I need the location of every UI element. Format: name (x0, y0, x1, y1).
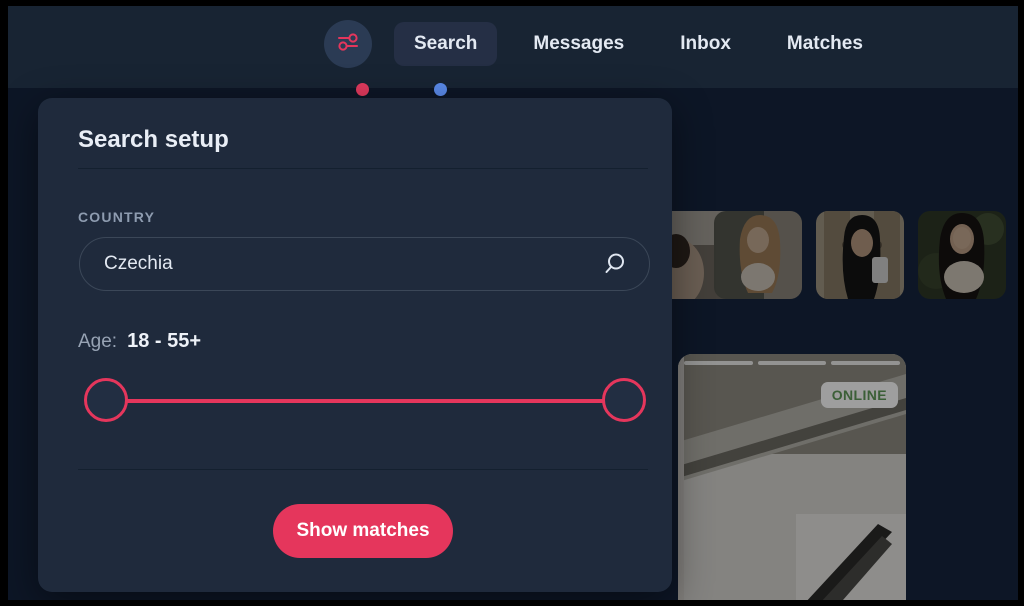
show-matches-button[interactable]: Show matches (273, 504, 453, 558)
sliders-filter-icon (335, 29, 361, 60)
tab-search-label: Search (414, 33, 478, 54)
country-input-value: Czechia (104, 253, 173, 274)
app-root: ONLINE Search Messages Inbox Matches Sea… (8, 6, 1018, 600)
search-icon[interactable] (601, 251, 627, 277)
country-input[interactable]: Czechia (79, 237, 650, 291)
nav-items-container: Search Messages Inbox Matches (324, 20, 883, 68)
tab-inbox[interactable]: Inbox (660, 22, 751, 66)
top-navigation-bar: Search Messages Inbox Matches (8, 6, 1018, 96)
notification-dot-pink (356, 83, 369, 96)
divider-top (78, 168, 648, 169)
tab-search[interactable]: Search (394, 22, 498, 66)
tab-matches-label: Matches (786, 33, 863, 54)
age-row: Age: 18 - 55+ (78, 330, 201, 353)
age-slider-handle-min[interactable] (84, 378, 128, 422)
featured-profile-card[interactable]: ONLINE (678, 354, 906, 600)
age-slider-handle-max[interactable] (602, 378, 646, 422)
story-segment (684, 361, 753, 365)
age-value: 18 - 55+ (127, 330, 202, 352)
tab-messages[interactable]: Messages (513, 22, 644, 66)
profile-thumbnail-2[interactable] (714, 211, 802, 299)
notification-dot-blue (434, 83, 447, 96)
age-slider-track[interactable] (106, 399, 624, 403)
story-segment (831, 361, 901, 365)
story-progress-bars (684, 361, 901, 365)
tab-inbox-label: Inbox (680, 33, 731, 54)
tab-messages-label: Messages (533, 33, 625, 54)
profile-thumbnail-3[interactable] (816, 211, 904, 299)
age-range-slider[interactable] (84, 378, 646, 424)
tab-matches[interactable]: Matches (767, 22, 883, 66)
search-setup-modal: Search setup COUNTRY Czechia Age: 18 - 5… (38, 98, 672, 592)
filter-settings-button[interactable] (324, 20, 372, 68)
modal-title: Search setup (78, 126, 229, 153)
age-label: Age: (78, 331, 118, 352)
profile-thumbnail-4[interactable] (918, 211, 1006, 299)
story-segment (757, 361, 827, 365)
country-field-label: COUNTRY (78, 209, 156, 225)
divider-bottom (78, 469, 648, 470)
status-badge-online: ONLINE (820, 382, 898, 408)
